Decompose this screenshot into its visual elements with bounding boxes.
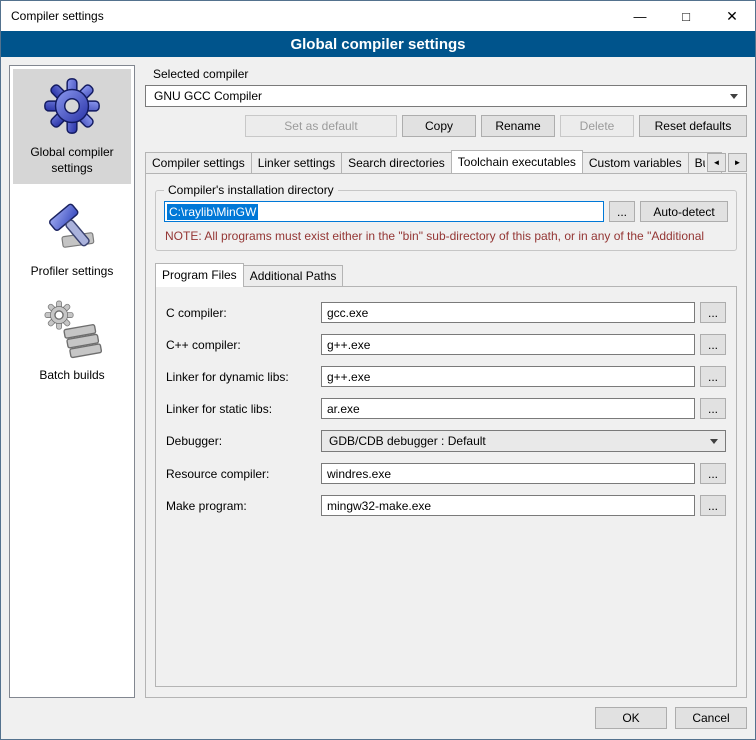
installation-directory-group-title: Compiler's installation directory [164, 183, 338, 197]
dialog-footer: OK Cancel [9, 698, 747, 731]
selected-compiler-label: Selected compiler [153, 67, 747, 81]
maximize-icon[interactable]: □ [663, 1, 709, 31]
linker-static-label: Linker for static libs: [166, 402, 316, 416]
c-compiler-input[interactable]: gcc.exe [321, 302, 695, 323]
sidebar-item-global-compiler-settings[interactable]: Global compiler settings [13, 69, 131, 184]
ok-button[interactable]: OK [595, 707, 667, 729]
reset-defaults-button[interactable]: Reset defaults [639, 115, 747, 137]
gear-icon [41, 75, 103, 137]
tab-linker-settings[interactable]: Linker settings [251, 152, 342, 173]
settings-category-list: Global compiler settings [9, 65, 135, 698]
tab-scroll-left-icon[interactable]: ◄ [707, 153, 726, 172]
installation-directory-input[interactable]: C:\raylib\MinGW [164, 201, 604, 222]
linker-dynamic-browse-button[interactable]: ... [700, 366, 726, 387]
sidebar-item-label: Profiler settings [31, 264, 114, 280]
set-as-default-button[interactable]: Set as default [245, 115, 397, 137]
linker-dynamic-label: Linker for dynamic libs: [166, 370, 316, 384]
c-compiler-value: gcc.exe [327, 306, 368, 320]
copy-button[interactable]: Copy [402, 115, 476, 137]
installation-directory-group: Compiler's installation directory C:\ray… [155, 190, 737, 251]
tab-program-files[interactable]: Program Files [155, 263, 244, 287]
cpp-compiler-value: g++.exe [327, 338, 370, 352]
debugger-select[interactable]: GDB/CDB debugger : Default [321, 430, 726, 452]
window-controls: — □ ✕ [617, 1, 755, 31]
page-title: Global compiler settings [1, 31, 755, 57]
installation-directory-row: C:\raylib\MinGW ... Auto-detect [164, 201, 728, 222]
chevron-down-icon [710, 439, 718, 444]
tab-scroll-right-icon[interactable]: ► [728, 153, 747, 172]
program-files-page: C compiler: gcc.exe ... C++ compiler: g+… [155, 286, 737, 687]
titlebar: Compiler settings — □ ✕ [1, 1, 755, 31]
settings-tab-bar: Compiler settings Linker settings Search… [145, 150, 747, 173]
linker-static-input[interactable]: ar.exe [321, 398, 695, 419]
resource-compiler-input[interactable]: windres.exe [321, 463, 695, 484]
c-compiler-browse-button[interactable]: ... [700, 302, 726, 323]
debugger-label: Debugger: [166, 434, 316, 448]
linker-static-value: ar.exe [327, 402, 360, 416]
compiler-select[interactable]: GNU GCC Compiler [145, 85, 747, 107]
minimize-icon[interactable]: — [617, 1, 663, 31]
cpp-compiler-label: C++ compiler: [166, 338, 316, 352]
sidebar-item-batch-builds[interactable]: Batch builds [13, 292, 131, 392]
compiler-select-value: GNU GCC Compiler [154, 89, 262, 103]
dialog-body: Global compiler settings [9, 65, 747, 698]
tab-compiler-settings[interactable]: Compiler settings [145, 152, 252, 173]
tab-scroll-buttons: ◄ ► [705, 153, 747, 172]
window-title: Compiler settings [1, 9, 104, 23]
compiler-actions: Set as default Copy Rename Delete Reset … [145, 115, 747, 137]
linker-dynamic-input[interactable]: g++.exe [321, 366, 695, 387]
compiler-settings-dialog: Compiler settings — □ ✕ Global compiler … [0, 0, 756, 740]
rename-button[interactable]: Rename [481, 115, 555, 137]
close-icon[interactable]: ✕ [709, 1, 755, 31]
tab-additional-paths[interactable]: Additional Paths [243, 265, 344, 286]
dialog-content: Global compiler settings [1, 57, 755, 739]
sidebar-item-label: Batch builds [39, 368, 104, 384]
batch-builds-icon [41, 298, 103, 360]
toolchain-form: C compiler: gcc.exe ... C++ compiler: g+… [166, 302, 726, 516]
installation-directory-browse-button[interactable]: ... [609, 201, 635, 222]
tab-toolchain-executables[interactable]: Toolchain executables [451, 150, 583, 173]
cpp-compiler-input[interactable]: g++.exe [321, 334, 695, 355]
installation-note: NOTE: All programs must exist either in … [165, 229, 728, 243]
cancel-button[interactable]: Cancel [675, 707, 747, 729]
program-files-tab-bar: Program Files Additional Paths [155, 263, 737, 286]
profiler-hammer-icon [41, 194, 103, 256]
chevron-down-icon [730, 94, 738, 99]
make-program-label: Make program: [166, 499, 316, 513]
make-program-input[interactable]: mingw32-make.exe [321, 495, 695, 516]
delete-button[interactable]: Delete [560, 115, 634, 137]
tab-search-directories[interactable]: Search directories [341, 152, 452, 173]
resource-compiler-browse-button[interactable]: ... [700, 463, 726, 484]
linker-dynamic-value: g++.exe [327, 370, 370, 384]
installation-directory-value: C:\raylib\MinGW [167, 204, 258, 220]
linker-static-browse-button[interactable]: ... [700, 398, 726, 419]
resource-compiler-value: windres.exe [327, 467, 391, 481]
c-compiler-label: C compiler: [166, 306, 316, 320]
sidebar-item-label: Global compiler settings [16, 145, 128, 176]
global-compiler-settings-pane: Selected compiler GNU GCC Compiler Set a… [145, 65, 747, 698]
make-program-value: mingw32-make.exe [327, 499, 431, 513]
debugger-value: GDB/CDB debugger : Default [329, 434, 486, 448]
auto-detect-button[interactable]: Auto-detect [640, 201, 728, 222]
resource-compiler-label: Resource compiler: [166, 467, 316, 481]
make-program-browse-button[interactable]: ... [700, 495, 726, 516]
cpp-compiler-browse-button[interactable]: ... [700, 334, 726, 355]
sidebar-item-profiler-settings[interactable]: Profiler settings [13, 188, 131, 288]
tab-custom-variables[interactable]: Custom variables [582, 152, 689, 173]
toolchain-executables-page: Compiler's installation directory C:\ray… [145, 173, 747, 698]
